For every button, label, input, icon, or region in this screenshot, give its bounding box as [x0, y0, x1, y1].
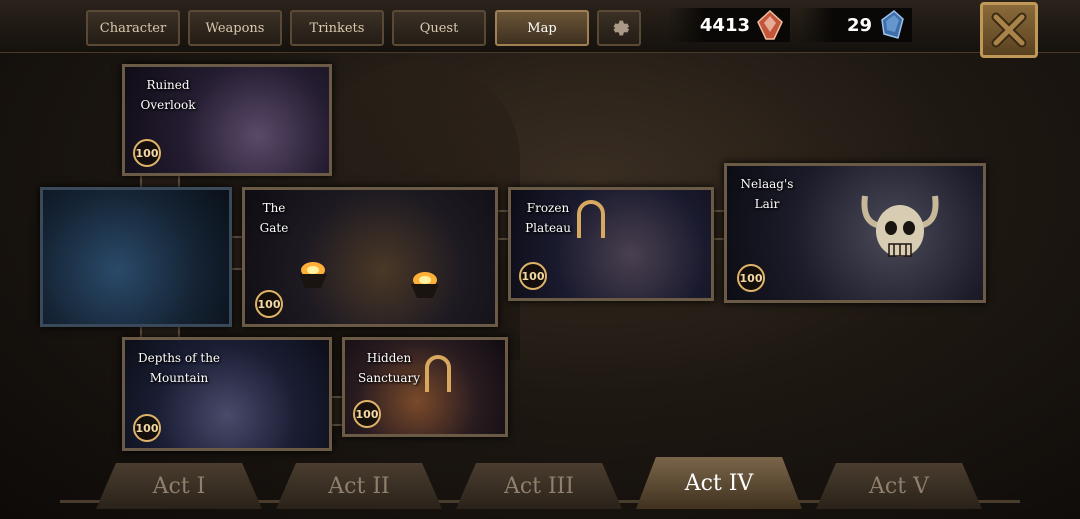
gem-count: 4413 — [699, 14, 750, 36]
tab-act-5[interactable]: Act V — [816, 463, 982, 509]
location-nelaags-lair[interactable]: Nelaag's Lair 100 — [724, 163, 986, 303]
tab-map[interactable]: Map — [495, 10, 589, 46]
level-badge: 100 — [519, 262, 547, 290]
location-name: The Gate — [259, 201, 289, 235]
act-label: Act III — [503, 473, 575, 499]
tab-character[interactable]: Character — [86, 10, 180, 46]
top-bar: Character Weapons Trinkets Quest Map 441… — [0, 0, 1080, 58]
location-name: Ruined Overlook — [140, 78, 196, 112]
tab-label: Map — [527, 20, 557, 36]
location-name: Depths of the Mountain — [137, 351, 221, 385]
act-label: Act II — [328, 473, 390, 499]
level-badge: 100 — [353, 400, 381, 428]
tab-label: Weapons — [205, 20, 265, 36]
location-ruined-overlook[interactable]: Ruined Overlook 100 — [122, 64, 332, 176]
tab-label: Quest — [419, 20, 459, 36]
level-badge: 100 — [133, 139, 161, 167]
crystal-counter: 29 — [800, 8, 912, 42]
tab-trinkets[interactable]: Trinkets — [290, 10, 384, 46]
act-label: Act IV — [684, 470, 754, 496]
location-name: Frozen Plateau — [525, 201, 571, 235]
close-button[interactable] — [980, 2, 1038, 58]
location-frozen-plateau[interactable]: Frozen Plateau 100 — [508, 187, 714, 301]
tab-act-3[interactable]: Act III — [456, 463, 622, 509]
brazier-icon — [299, 262, 327, 288]
gear-icon — [613, 20, 630, 36]
tab-act-2[interactable]: Act II — [276, 463, 442, 509]
act-label: Act V — [869, 473, 929, 499]
brazier-icon — [411, 272, 439, 298]
tab-label: Character — [99, 20, 167, 36]
tab-act-4[interactable]: Act IV — [636, 457, 802, 509]
act-selector: Act I Act II Act III Act IV Act V — [0, 455, 1080, 519]
level-badge: 100 — [737, 264, 765, 292]
location-hidden-sanctuary[interactable]: Hidden Sanctuary 100 — [342, 337, 508, 437]
blue-crystal-icon — [881, 10, 904, 39]
level-badge: 100 — [255, 290, 283, 318]
act-label: Act I — [152, 473, 206, 499]
tab-weapons[interactable]: Weapons — [188, 10, 282, 46]
red-gem-icon — [757, 10, 783, 40]
tab-label: Trinkets — [309, 20, 365, 36]
level-badge: 100 — [133, 414, 161, 442]
tab-act-1[interactable]: Act I — [96, 463, 262, 509]
location-name: Hidden Sanctuary — [357, 351, 421, 385]
crystal-count: 29 — [846, 14, 872, 36]
settings-button[interactable] — [597, 10, 641, 46]
location-depths-of-the-mountain[interactable]: Depths of the Mountain 100 — [122, 337, 332, 451]
gem-counter: 4413 — [668, 8, 790, 42]
skull-icon — [861, 195, 939, 257]
location-unnamed-cavern[interactable] — [40, 187, 232, 327]
tab-quest[interactable]: Quest — [392, 10, 486, 46]
close-icon — [991, 12, 1027, 48]
location-name: Nelaag's Lair — [740, 177, 794, 211]
location-the-gate[interactable]: The Gate 100 — [242, 187, 498, 327]
